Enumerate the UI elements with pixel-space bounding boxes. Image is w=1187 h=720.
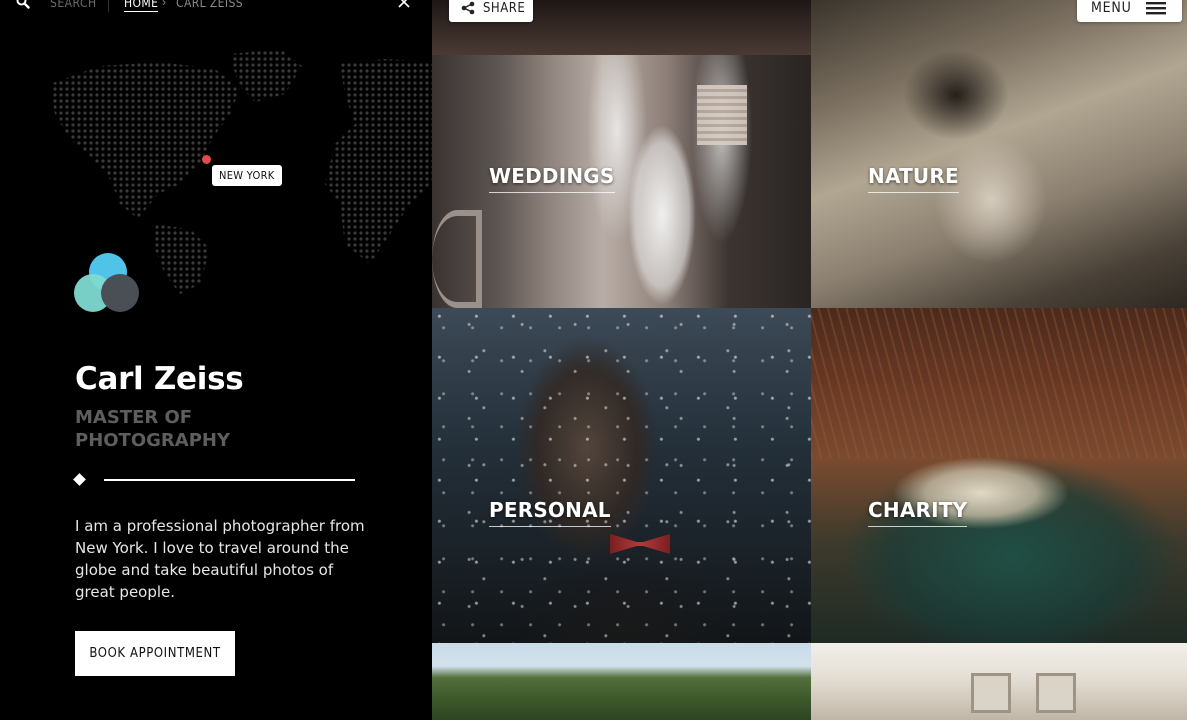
gallery-tile-nature[interactable]: NATURE — [811, 0, 1187, 308]
diamond-icon — [73, 473, 86, 486]
gallery-tile-street[interactable] — [811, 643, 1187, 720]
gallery-tile-personal[interactable]: PERSONAL — [432, 308, 811, 643]
location-tag: NEW YORK — [212, 165, 282, 186]
close-icon[interactable] — [396, 0, 412, 10]
photo-detail — [432, 210, 482, 308]
photo-detail — [971, 673, 1011, 713]
share-label: SHARE — [483, 0, 526, 16]
brand-logo-icon — [74, 253, 139, 312]
menu-button[interactable]: MENU — [1077, 0, 1182, 22]
gallery-tile-label[interactable]: NATURE — [868, 164, 959, 193]
photo-detail — [697, 85, 747, 145]
menu-label: MENU — [1091, 0, 1132, 16]
gallery-tile-label[interactable]: PERSONAL — [489, 498, 611, 527]
photo-detail — [811, 308, 1187, 458]
share-icon — [461, 1, 475, 15]
search-input-label[interactable]: SEARCH — [50, 0, 97, 10]
hamburger-icon — [1145, 2, 1166, 15]
gallery-tile-label[interactable]: WEDDINGS — [489, 164, 615, 193]
profile-name: Carl Zeiss — [75, 361, 244, 397]
divider — [108, 0, 109, 12]
search-icon[interactable] — [16, 0, 30, 9]
divider-line — [104, 479, 355, 481]
profile-bio: I am a professional photographer from Ne… — [75, 517, 365, 601]
book-appointment-button[interactable]: BOOK APPOINTMENT — [75, 631, 235, 676]
share-button[interactable]: SHARE — [449, 0, 533, 22]
top-bar: SEARCH HOME › CARL ZEISS — [0, 0, 432, 14]
profile-panel: SEARCH HOME › CARL ZEISS NEW YORK Carl Z… — [0, 0, 432, 720]
gallery-tile-label[interactable]: CHARITY — [868, 498, 968, 527]
breadcrumb-home-link[interactable]: HOME — [124, 0, 159, 12]
gallery-tile-landscape[interactable] — [432, 643, 811, 720]
breadcrumb-separator: › — [162, 0, 166, 9]
gallery-tile-weddings[interactable]: WEDDINGS — [432, 0, 811, 308]
photo-detail — [1036, 673, 1076, 713]
map-pin-icon — [202, 155, 211, 164]
gallery-tile-charity[interactable]: CHARITY — [811, 308, 1187, 643]
profile-title: MASTER OF PHOTOGRAPHY — [75, 407, 230, 451]
photo-detail — [432, 308, 811, 643]
breadcrumb-current: CARL ZEISS — [176, 0, 243, 10]
